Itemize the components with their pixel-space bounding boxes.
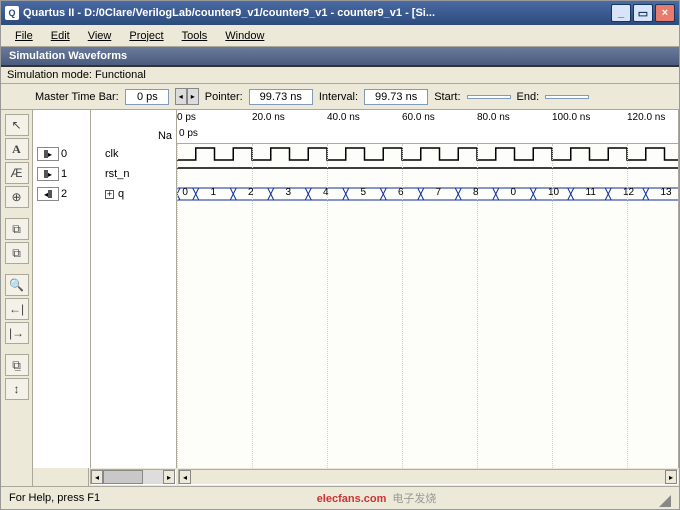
input-pin-icon: ▸ xyxy=(37,147,59,161)
title-bar: Q Quartus II - D:/0Clare/VerilogLab/coun… xyxy=(1,1,679,25)
wave-scrollbar[interactable]: ◂ ▸ xyxy=(178,469,678,485)
ruler-tick: 80.0 ns xyxy=(477,112,510,123)
signal-name[interactable]: rst_n xyxy=(91,164,176,184)
bus-value-label: 7 xyxy=(436,187,442,198)
name-scrollbar[interactable]: ◂ ▸ xyxy=(90,469,176,485)
app-icon: Q xyxy=(5,6,19,20)
status-bar: For Help, press F1 elecfans.com电子发烧 xyxy=(1,487,679,509)
text-tool-icon[interactable]: A xyxy=(5,138,29,160)
signal-row[interactable]: ▸ 0 xyxy=(33,144,90,164)
end-label: End: xyxy=(517,91,540,103)
paste-tool-icon[interactable]: ⧉ xyxy=(5,242,29,264)
signal-name[interactable]: clk xyxy=(91,144,176,164)
pointer-label: Pointer: xyxy=(205,91,243,103)
ruler-tick: 0 ps xyxy=(177,112,196,123)
copy-tool-icon[interactable]: ⧉ xyxy=(5,218,29,240)
interval-label: Interval: xyxy=(319,91,358,103)
watermark: elecfans.com电子发烧 xyxy=(317,490,437,506)
close-button[interactable]: × xyxy=(655,4,675,22)
scroll-left-icon[interactable]: ◂ xyxy=(91,470,103,484)
bus-value-label: 6 xyxy=(398,187,404,198)
window-title: Quartus II - D:/0Clare/VerilogLab/counte… xyxy=(23,7,611,19)
menu-tools[interactable]: Tools xyxy=(174,28,216,44)
zoom-fit-icon[interactable]: Æ xyxy=(5,162,29,184)
output-bus-icon: ◂ xyxy=(37,187,59,201)
menu-window[interactable]: Window xyxy=(217,28,272,44)
signal-name[interactable]: + q xyxy=(91,184,176,204)
ruler-tick: 20.0 ns xyxy=(252,112,285,123)
panel-title: Simulation Waveforms xyxy=(1,47,679,67)
bus-value-label: 5 xyxy=(361,187,367,198)
spin-right-icon[interactable]: ▸ xyxy=(187,88,199,105)
scroll-thumb[interactable] xyxy=(191,470,665,484)
bus-value-label: 8 xyxy=(473,187,479,198)
align-tool-icon[interactable]: ↕ xyxy=(5,378,29,400)
resize-grip-icon[interactable] xyxy=(653,489,671,507)
find-tool-icon[interactable]: 🔍 xyxy=(5,274,29,296)
scroll-left-icon[interactable]: ◂ xyxy=(179,470,191,484)
signal-index-column: ▸ 0 ▸ 1 ◂ 2 xyxy=(33,110,91,468)
waveform-plot[interactable]: 0 ps 0 ps20.0 ns40.0 ns60.0 ns80.0 ns100… xyxy=(177,110,679,468)
bus-value-label: 11 xyxy=(586,187,596,198)
signal-index: 0 xyxy=(61,148,67,160)
signal-row[interactable]: ▸ 1 xyxy=(33,164,90,184)
bus-value-label: 1 xyxy=(211,187,217,198)
signal-index: 1 xyxy=(61,168,67,180)
signal-index: 2 xyxy=(61,188,67,200)
time-toolbar: Master Time Bar: 0 ps ◂ ▸ Pointer: 99.73… xyxy=(1,84,679,110)
expand-icon[interactable]: + xyxy=(105,190,114,199)
ruler-tick: 120.0 ns xyxy=(627,112,665,123)
start-value[interactable] xyxy=(467,95,511,99)
name-header: Na xyxy=(91,110,176,144)
zoom-in-icon[interactable]: ⊕ xyxy=(5,186,29,208)
ruler-tick: 100.0 ns xyxy=(552,112,590,123)
bus-value-label: 2 xyxy=(248,187,254,198)
status-help-text: For Help, press F1 xyxy=(9,492,100,504)
time-ruler: 0 ps 0 ps 20.0 ns 40.0 ns 60.0 ns 80.0 ns 100… xyxy=(177,110,678,144)
pointer-tool-icon[interactable]: ↖ xyxy=(5,114,29,136)
bus-value-label: 12 xyxy=(623,187,634,198)
master-time-label: Master Time Bar: xyxy=(35,91,119,103)
bus-value-label: 4 xyxy=(323,187,329,198)
gridline xyxy=(177,144,178,468)
master-time-spinner[interactable]: ◂ ▸ xyxy=(175,88,199,105)
bus-value-label: 10 xyxy=(548,187,559,198)
bus-value-label: 0 xyxy=(511,187,517,198)
menu-project[interactable]: Project xyxy=(121,28,171,44)
restore-button[interactable]: ▭ xyxy=(633,4,653,22)
menu-bar: File Edit View Project Tools Window xyxy=(1,25,679,47)
separator xyxy=(5,346,29,352)
left-toolbar: ↖ A Æ ⊕ ⧉ ⧉ 🔍 ←| |→ ⧉̲ ↕ xyxy=(1,110,33,486)
end-value[interactable] xyxy=(545,95,589,99)
simulation-mode-label: Simulation mode: Functional xyxy=(1,67,679,84)
spin-left-icon[interactable]: ◂ xyxy=(175,88,187,105)
bus-value-label: 0 xyxy=(182,187,188,198)
menu-file[interactable]: File xyxy=(7,28,41,44)
bus-value-label: 3 xyxy=(286,187,292,198)
ruler-tick: 40.0 ns xyxy=(327,112,360,123)
master-time-value[interactable]: 0 ps xyxy=(125,89,169,105)
signal-row[interactable]: ◂ 2 xyxy=(33,184,90,204)
separator xyxy=(5,210,29,216)
pointer-value: 99.73 ns xyxy=(249,89,313,105)
scroll-thumb[interactable] xyxy=(103,470,143,484)
horizontal-scrollbars: ◂ ▸ ◂ ▸ xyxy=(33,468,679,486)
scroll-right-icon[interactable]: ▸ xyxy=(665,470,677,484)
scroll-right-icon[interactable]: ▸ xyxy=(163,470,175,484)
input-pin-icon: ▸ xyxy=(37,167,59,181)
cursor-time-label: 0 ps xyxy=(179,128,198,139)
next-edge-icon[interactable]: |→ xyxy=(5,322,29,344)
interval-value: 99.73 ns xyxy=(364,89,428,105)
separator xyxy=(5,266,29,272)
ruler-tick: 60.0 ns xyxy=(402,112,435,123)
start-label: Start: xyxy=(434,91,460,103)
minimize-button[interactable]: _ xyxy=(611,4,631,22)
menu-edit[interactable]: Edit xyxy=(43,28,78,44)
signal-name-column: Na clk rst_n + q xyxy=(91,110,177,468)
group-tool-icon[interactable]: ⧉̲ xyxy=(5,354,29,376)
prev-edge-icon[interactable]: ←| xyxy=(5,298,29,320)
bus-value-label: 13 xyxy=(661,187,672,198)
menu-view[interactable]: View xyxy=(80,28,120,44)
